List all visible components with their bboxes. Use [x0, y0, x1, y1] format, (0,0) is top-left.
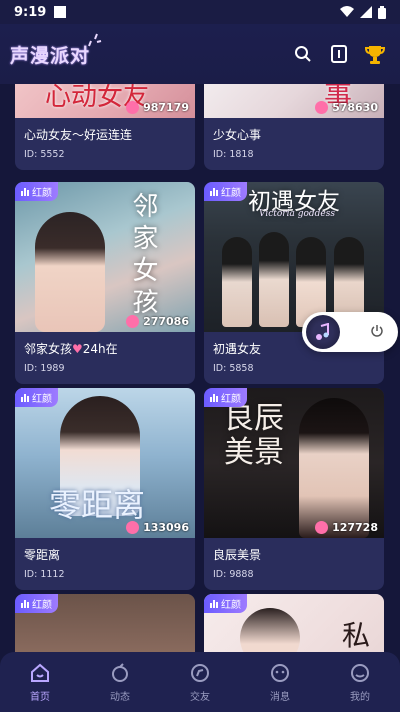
room-card[interactable]: 良辰美景 红颜 127728 良辰美景 ID: 9888 — [204, 388, 384, 590]
room-title: 邻家女孩♥24h在 — [24, 342, 118, 356]
portrait-figure — [240, 608, 300, 652]
heart-emoji-icon: ♥ — [72, 342, 83, 356]
floating-player[interactable] — [302, 312, 398, 352]
room-title: 良辰美景 — [213, 548, 262, 562]
status-time: 9:19 — [14, 4, 47, 20]
room-title: 心动女友～好运连连 — [24, 128, 133, 142]
category-tag: 红颜 — [15, 594, 58, 613]
book-icon[interactable] — [328, 43, 350, 65]
search-icon[interactable] — [292, 43, 314, 65]
room-id: ID: 9888 — [213, 569, 254, 580]
moments-icon — [109, 662, 131, 684]
room-cover-image: 事 578630 — [204, 84, 384, 118]
cover-title-text: 邻家女孩 — [128, 192, 158, 320]
room-cover-image: 私 红颜 — [204, 594, 384, 652]
home-icon — [29, 662, 51, 684]
app-title: 声漫派对 — [10, 44, 91, 67]
room-card[interactable]: 私 红颜 — [204, 594, 384, 652]
audio-bars-icon — [21, 187, 29, 196]
nav-moments[interactable]: 动态 — [90, 662, 150, 703]
category-tag: 红颜 — [204, 388, 247, 407]
nav-home[interactable]: 首页 — [10, 662, 70, 703]
sparkle-icon — [88, 33, 102, 46]
heat-count: 277086 — [126, 315, 189, 328]
portrait-figure — [299, 398, 369, 538]
room-id: ID: 1112 — [24, 569, 65, 580]
room-card[interactable]: 邻家女孩 红颜 277086 邻家女孩♥24h在 ID: 1989 — [15, 182, 195, 384]
app-header: 声漫派对 — [0, 24, 400, 84]
cover-subtitle-text: Victoria goddess — [259, 209, 335, 219]
room-card[interactable]: 心动女友 987179 心动女友～好运连连 ID: 5552 — [15, 84, 195, 170]
discover-icon — [189, 662, 211, 684]
room-card[interactable]: 初遇女友 Victoria goddess 红颜 初遇女友 ID: 5858 — [204, 182, 384, 384]
heart-icon — [126, 315, 140, 328]
profile-icon — [349, 662, 371, 684]
wifi-icon — [340, 6, 354, 17]
audio-bars-icon — [210, 599, 218, 608]
power-icon[interactable] — [370, 323, 384, 342]
battery-icon — [378, 5, 386, 19]
category-tag: 红颜 — [204, 594, 247, 613]
nav-discover[interactable]: 交友 — [170, 662, 230, 703]
figure-2 — [259, 232, 289, 327]
cover-title-text: 零距离 — [49, 486, 146, 524]
music-disc-icon[interactable] — [306, 315, 340, 349]
room-card[interactable]: 事 578630 少女心事 ID: 1818 — [204, 84, 384, 170]
room-card[interactable]: 零距离 红颜 133096 零距离 ID: 1112 — [15, 388, 195, 590]
status-bar: 9:19 — [0, 0, 400, 24]
room-cover-image: 红颜 — [15, 594, 195, 652]
room-cover-image: 良辰美景 红颜 127728 — [204, 388, 384, 538]
heat-count: 133096 — [126, 521, 189, 534]
room-id: ID: 1818 — [213, 149, 254, 160]
room-grid: 心动女友 987179 心动女友～好运连连 ID: 5552 事 578630 … — [0, 84, 400, 652]
portrait-figure — [35, 212, 105, 332]
room-cover-image: 初遇女友 Victoria goddess 红颜 — [204, 182, 384, 332]
room-card[interactable]: 红颜 — [15, 594, 195, 652]
room-cover-image: 心动女友 987179 — [15, 84, 195, 118]
app-logo: 声漫派对 — [10, 33, 102, 68]
category-tag: 红颜 — [15, 388, 58, 407]
audio-bars-icon — [210, 187, 218, 196]
category-tag: 红颜 — [204, 182, 247, 201]
nav-messages[interactable]: 消息 — [250, 662, 310, 703]
heat-count: 987179 — [126, 101, 189, 114]
message-icon — [269, 662, 291, 684]
room-cover-image: 邻家女孩 红颜 277086 — [15, 182, 195, 332]
heart-icon — [315, 521, 329, 534]
room-id: ID: 1989 — [24, 363, 65, 374]
audio-bars-icon — [210, 393, 218, 402]
cover-title-text: 私 — [342, 619, 371, 652]
signal-icon — [360, 6, 372, 18]
figure-1 — [222, 237, 252, 327]
cover-title-text: 良辰美景 — [224, 401, 284, 470]
nav-profile[interactable]: 我的 — [330, 662, 390, 703]
room-title: 零距离 — [24, 548, 61, 562]
room-id: ID: 5858 — [213, 363, 254, 374]
trophy-icon[interactable] — [364, 43, 386, 65]
heat-count: 578630 — [315, 101, 378, 114]
category-tag: 红颜 — [15, 182, 58, 201]
heart-icon — [126, 521, 140, 534]
heart-icon — [126, 101, 140, 114]
bottom-nav: 首页 动态 交友 消息 我的 — [0, 652, 400, 712]
heart-icon — [315, 101, 329, 114]
audio-bars-icon — [21, 393, 29, 402]
heat-count: 127728 — [315, 521, 378, 534]
audio-bars-icon — [21, 599, 29, 608]
room-title: 少女心事 — [213, 128, 262, 142]
room-id: ID: 5552 — [24, 149, 65, 160]
notification-icon — [54, 6, 67, 18]
room-cover-image: 零距离 红颜 133096 — [15, 388, 195, 538]
